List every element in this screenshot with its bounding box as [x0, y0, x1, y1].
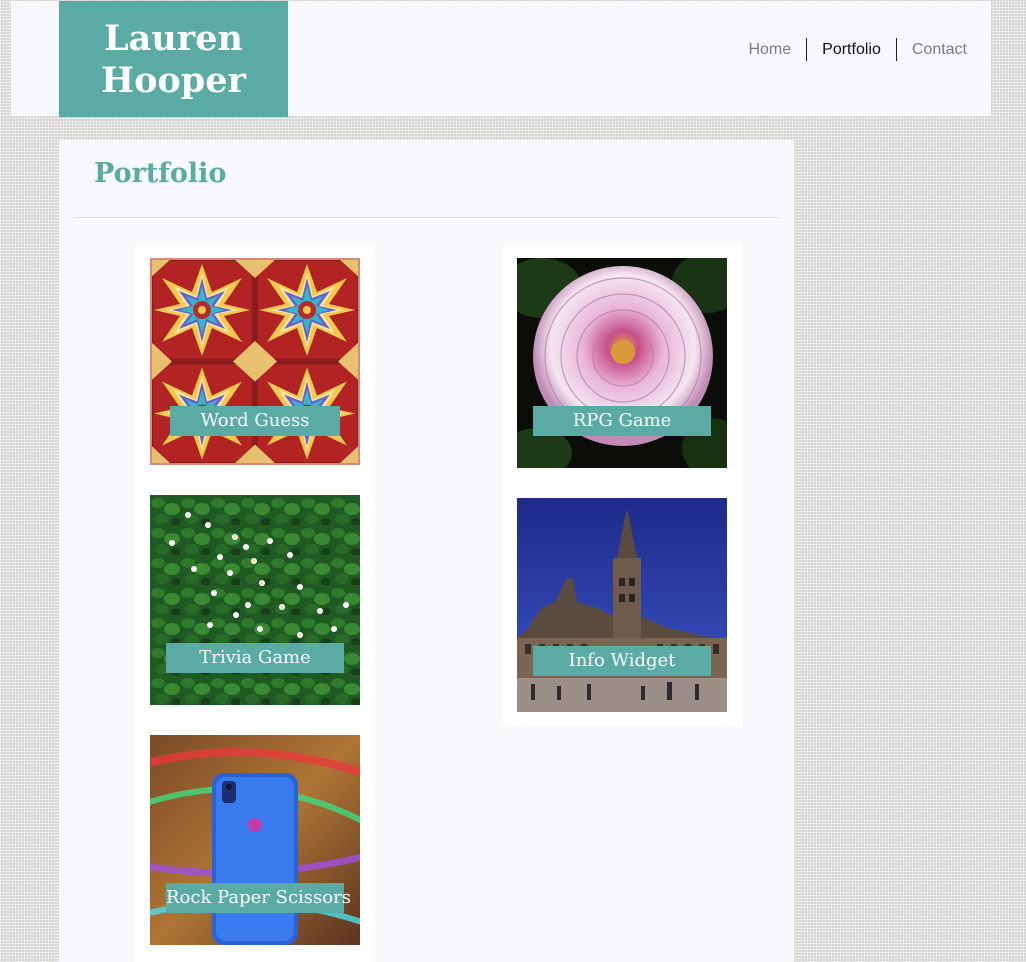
project-card-trivia-game[interactable]: Trivia Game: [135, 480, 375, 720]
brand-logo[interactable]: Lauren Hooper: [59, 1, 288, 117]
project-card-word-guess[interactable]: Word Guess: [135, 243, 375, 480]
project-image-rock-paper-scissors: [150, 735, 360, 945]
project-label-rock-paper-scissors: Rock Paper Scissors: [166, 883, 351, 913]
page-title: Portfolio: [94, 158, 227, 189]
project-image-trivia-game: [150, 495, 360, 705]
project-label-word-guess: Word Guess: [170, 406, 340, 436]
project-card-rock-paper-scissors[interactable]: Rock Paper Scissors: [135, 720, 375, 962]
nav-portfolio[interactable]: Portfolio: [806, 38, 896, 61]
project-image-rpg-game: [517, 258, 727, 468]
project-label-info-widget: Info Widget: [533, 646, 711, 676]
project-card-info-widget[interactable]: Info Widget: [502, 483, 742, 727]
brand-first-name: Lauren: [104, 18, 243, 59]
brand-last-name: Hooper: [101, 60, 246, 101]
title-divider: [74, 217, 779, 218]
nav-home[interactable]: Home: [733, 38, 806, 61]
nav-contact[interactable]: Contact: [895, 38, 967, 61]
project-label-rpg-game: RPG Game: [533, 406, 711, 436]
project-image-info-widget: [517, 498, 727, 712]
project-label-trivia-game: Trivia Game: [166, 643, 344, 673]
project-card-rpg-game[interactable]: RPG Game: [502, 243, 742, 483]
site-header: Lauren Hooper Home Portfolio Contact: [11, 1, 991, 117]
main-nav: Home Portfolio Contact: [733, 38, 967, 61]
